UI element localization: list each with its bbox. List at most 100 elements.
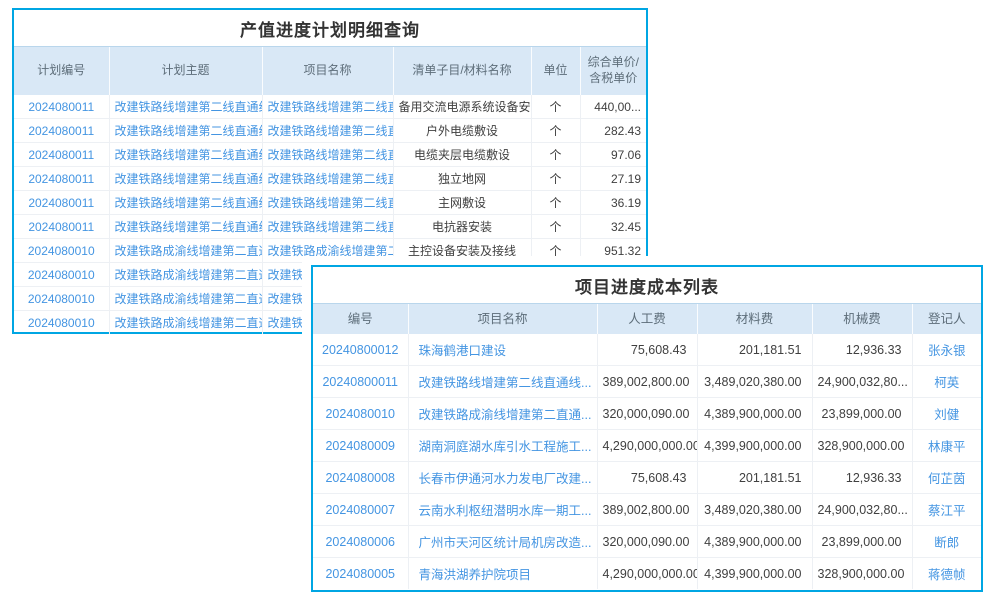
table-row: 2024080011改建铁路线增建第二线直通线改建铁路线增建第二线直通线独立地网… xyxy=(14,167,646,191)
unit-cell: 个 xyxy=(531,191,580,215)
cost-list-table: 编号 项目名称 人工费 材料费 机械费 登记人 20240800012珠海鹤港口… xyxy=(313,303,981,589)
plan-topic-cell[interactable]: 改建铁路线增建第二线直通线 xyxy=(109,119,262,143)
project-name-cell[interactable]: 珠海鹤港口建设 xyxy=(408,334,597,366)
project-name-cell[interactable]: 云南水利枢纽潜明水库一期工... xyxy=(408,494,597,526)
table-row: 2024080005青海洪湖养护院项目4,290,000,000.004,399… xyxy=(313,558,981,590)
registrant-cell[interactable]: 张永银 xyxy=(912,334,981,366)
unit-cell: 个 xyxy=(531,167,580,191)
project-progress-cost-panel: 项目进度成本列表 编号 项目名称 人工费 材料费 机械费 登记人 2024080… xyxy=(311,265,983,592)
col-header-cost-project-name: 项目名称 xyxy=(408,304,597,335)
project-name-cell[interactable]: 改建铁路线增建第二线直通线 xyxy=(262,143,393,167)
panel-title-plan-detail: 产值进度计划明细查询 xyxy=(14,10,646,46)
material-cost-cell: 4,399,900,000.00 xyxy=(697,430,812,462)
labor-cost-cell: 75,608.43 xyxy=(597,334,697,366)
registrant-cell[interactable]: 何芷茵 xyxy=(912,462,981,494)
registrant-cell[interactable]: 蒋德帧 xyxy=(912,558,981,590)
project-name-cell[interactable]: 改建铁路线增建第二线直通线 xyxy=(262,167,393,191)
cost-no-cell[interactable]: 2024080008 xyxy=(313,462,408,494)
registrant-cell[interactable]: 断郎 xyxy=(912,526,981,558)
panel-title-cost-list: 项目进度成本列表 xyxy=(313,267,981,303)
col-header-unit: 单位 xyxy=(531,47,580,96)
project-name-cell[interactable]: 改建铁路成渝线增建第二直通... xyxy=(408,398,597,430)
table-row: 2024080006广州市天河区统计局机房改造...320,000,090.00… xyxy=(313,526,981,558)
plan-topic-cell[interactable]: 改建铁路线增建第二线直通线 xyxy=(109,143,262,167)
plan-detail-header-row: 计划编号 计划主题 项目名称 清单子目/材料名称 单位 综合单价/含税单价 xyxy=(14,47,646,96)
table-row: 2024080007云南水利枢纽潜明水库一期工...389,002,800.00… xyxy=(313,494,981,526)
item-name-cell: 备用交流电源系统设备安装 xyxy=(393,95,531,119)
cost-no-cell[interactable]: 2024080009 xyxy=(313,430,408,462)
material-cost-cell: 3,489,020,380.00 xyxy=(697,494,812,526)
unit-cell: 个 xyxy=(531,143,580,167)
project-name-cell[interactable]: 广州市天河区统计局机房改造... xyxy=(408,526,597,558)
plan-no-cell[interactable]: 2024080010 xyxy=(14,287,109,311)
col-header-registrant: 登记人 xyxy=(912,304,981,335)
cost-no-cell[interactable]: 2024080007 xyxy=(313,494,408,526)
project-name-cell[interactable]: 改建铁路线增建第二线直通线... xyxy=(408,366,597,398)
plan-topic-cell[interactable]: 改建铁路成渝线增建第二直通线 xyxy=(109,311,262,335)
plan-topic-cell[interactable]: 改建铁路线增建第二线直通线 xyxy=(109,167,262,191)
registrant-cell[interactable]: 刘健 xyxy=(912,398,981,430)
unit-cell: 个 xyxy=(531,95,580,119)
plan-topic-cell[interactable]: 改建铁路线增建第二线直通线 xyxy=(109,95,262,119)
unit-price-cell: 97.06 xyxy=(580,143,646,167)
plan-no-cell[interactable]: 2024080011 xyxy=(14,215,109,239)
plan-no-cell[interactable]: 2024080010 xyxy=(14,263,109,287)
item-name-cell: 主控设备安装及接线 xyxy=(393,239,531,263)
item-name-cell: 电抗器安装 xyxy=(393,215,531,239)
project-name-cell[interactable]: 青海洪湖养护院项目 xyxy=(408,558,597,590)
cost-list-header-row: 编号 项目名称 人工费 材料费 机械费 登记人 xyxy=(313,304,981,335)
plan-topic-cell[interactable]: 改建铁路成渝线增建第二直通线 xyxy=(109,239,262,263)
table-row: 2024080009湖南洞庭湖水库引水工程施工...4,290,000,000.… xyxy=(313,430,981,462)
table-row: 20240800011改建铁路线增建第二线直通线...389,002,800.0… xyxy=(313,366,981,398)
machine-cost-cell: 328,900,000.00 xyxy=(812,558,912,590)
cost-no-cell[interactable]: 2024080010 xyxy=(313,398,408,430)
unit-price-cell: 36.19 xyxy=(580,191,646,215)
project-name-cell[interactable]: 改建铁路线增建第二线直通线 xyxy=(262,119,393,143)
plan-topic-cell[interactable]: 改建铁路线增建第二线直通线 xyxy=(109,215,262,239)
registrant-cell[interactable]: 柯英 xyxy=(912,366,981,398)
cost-no-cell[interactable]: 20240800012 xyxy=(313,334,408,366)
project-name-cell[interactable]: 改建铁路线增建第二线直通线 xyxy=(262,215,393,239)
plan-topic-cell[interactable]: 改建铁路成渝线增建第二直通线 xyxy=(109,263,262,287)
table-row: 2024080008长春市伊通河水力发电厂改建...75,608.43201,1… xyxy=(313,462,981,494)
table-row: 2024080011改建铁路线增建第二线直通线改建铁路线增建第二线直通线户外电缆… xyxy=(14,119,646,143)
col-header-plan-topic: 计划主题 xyxy=(109,47,262,96)
project-name-cell[interactable]: 改建铁路线增建第二线直通线 xyxy=(262,95,393,119)
labor-cost-cell: 75,608.43 xyxy=(597,462,697,494)
registrant-cell[interactable]: 林康平 xyxy=(912,430,981,462)
machine-cost-cell: 24,900,032,80... xyxy=(812,494,912,526)
project-name-cell[interactable]: 改建铁路成渝线增建第二直通线 xyxy=(262,239,393,263)
machine-cost-cell: 24,900,032,80... xyxy=(812,366,912,398)
plan-no-cell[interactable]: 2024080011 xyxy=(14,191,109,215)
plan-no-cell[interactable]: 2024080011 xyxy=(14,167,109,191)
cost-no-cell[interactable]: 2024080005 xyxy=(313,558,408,590)
machine-cost-cell: 328,900,000.00 xyxy=(812,430,912,462)
plan-no-cell[interactable]: 2024080011 xyxy=(14,95,109,119)
project-name-cell[interactable]: 长春市伊通河水力发电厂改建... xyxy=(408,462,597,494)
labor-cost-cell: 4,290,000,000.00 xyxy=(597,558,697,590)
table-row: 2024080011改建铁路线增建第二线直通线改建铁路线增建第二线直通线电缆夹层… xyxy=(14,143,646,167)
cost-no-cell[interactable]: 20240800011 xyxy=(313,366,408,398)
col-header-project-name: 项目名称 xyxy=(262,47,393,96)
table-row: 20240800012珠海鹤港口建设75,608.43201,181.5112,… xyxy=(313,334,981,366)
item-name-cell: 独立地网 xyxy=(393,167,531,191)
plan-no-cell[interactable]: 2024080011 xyxy=(14,143,109,167)
unit-price-cell: 440,00... xyxy=(580,95,646,119)
plan-topic-cell[interactable]: 改建铁路线增建第二线直通线 xyxy=(109,191,262,215)
project-name-cell[interactable]: 改建铁路线增建第二线直通线 xyxy=(262,191,393,215)
project-name-cell[interactable]: 湖南洞庭湖水库引水工程施工... xyxy=(408,430,597,462)
col-header-cost-no: 编号 xyxy=(313,304,408,335)
labor-cost-cell: 389,002,800.00 xyxy=(597,494,697,526)
plan-no-cell[interactable]: 2024080011 xyxy=(14,119,109,143)
unit-cell: 个 xyxy=(531,119,580,143)
col-header-unit-price: 综合单价/含税单价 xyxy=(580,47,646,96)
cost-no-cell[interactable]: 2024080006 xyxy=(313,526,408,558)
unit-price-cell: 27.19 xyxy=(580,167,646,191)
plan-topic-cell[interactable]: 改建铁路成渝线增建第二直通线 xyxy=(109,287,262,311)
registrant-cell[interactable]: 蔡江平 xyxy=(912,494,981,526)
plan-no-cell[interactable]: 2024080010 xyxy=(14,239,109,263)
table-row: 2024080010改建铁路成渝线增建第二直通...320,000,090.00… xyxy=(313,398,981,430)
col-header-plan-no: 计划编号 xyxy=(14,47,109,96)
table-row: 2024080010改建铁路成渝线增建第二直通线改建铁路成渝线增建第二直通线主控… xyxy=(14,239,646,263)
plan-no-cell[interactable]: 2024080010 xyxy=(14,311,109,335)
